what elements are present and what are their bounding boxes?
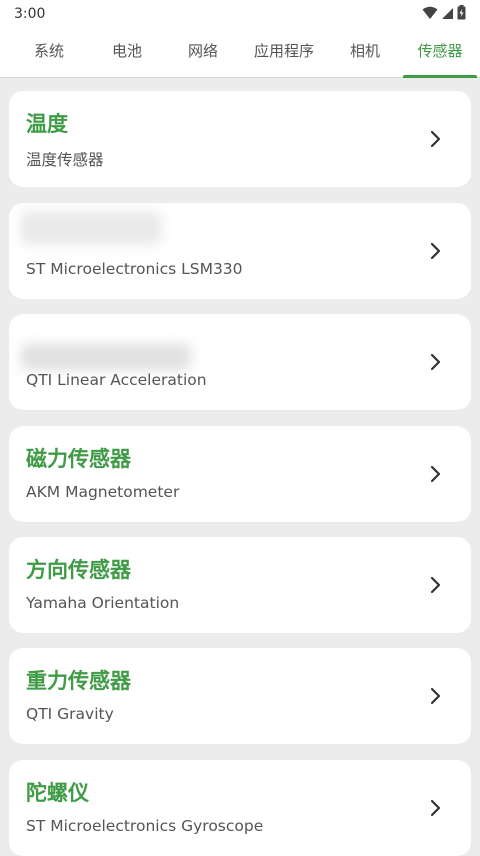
sensor-card-magnetometer[interactable]: 磁力传感器 AKM Magnetometer	[9, 426, 471, 522]
tab-bar: 系统 电池 网络 应用程序 相机 传感器	[0, 28, 480, 78]
tab-label: 相机	[349, 42, 380, 60]
chevron-right-icon	[430, 576, 441, 594]
sensor-card-gravity[interactable]: 重力传感器 QTI Gravity	[9, 648, 471, 744]
sensor-title: 陀螺仪	[26, 781, 89, 805]
battery-icon	[457, 5, 466, 24]
redacted-title	[21, 344, 191, 370]
tab-battery[interactable]: 电池	[88, 28, 166, 78]
sensor-subtitle: 温度传感器	[26, 151, 104, 169]
tab-camera[interactable]: 相机	[328, 28, 402, 78]
sensor-title: 方向传感器	[26, 558, 131, 582]
tab-label: 传感器	[417, 42, 463, 60]
tab-system[interactable]: 系统	[10, 28, 88, 78]
chevron-right-icon	[430, 242, 441, 260]
sensor-title: 重力传感器	[26, 669, 131, 693]
sensor-title: 磁力传感器	[26, 447, 131, 471]
sensor-card-gyroscope[interactable]: 陀螺仪 ST Microelectronics Gyroscope	[9, 760, 471, 856]
sensor-subtitle: QTI Gravity	[26, 705, 114, 723]
tab-label: 网络	[187, 42, 218, 60]
tab-label: 电池	[111, 42, 142, 60]
sensor-subtitle: ST Microelectronics Gyroscope	[26, 817, 264, 835]
sensor-list: 温度 温度传感器 ST Microelectronics LSM330 QTI …	[0, 78, 480, 856]
sensor-card-linear-acceleration[interactable]: QTI Linear Acceleration	[9, 314, 471, 410]
tab-sensors[interactable]: 传感器	[403, 28, 477, 78]
status-time: 3:00	[14, 6, 46, 22]
chevron-right-icon	[430, 799, 441, 817]
wifi-icon	[422, 5, 438, 24]
sensor-card-accelerometer[interactable]: ST Microelectronics LSM330	[9, 203, 471, 299]
chevron-right-icon	[430, 130, 441, 148]
tab-network[interactable]: 网络	[166, 28, 240, 78]
sensor-subtitle: QTI Linear Acceleration	[26, 371, 207, 389]
tab-label: 应用程序	[253, 42, 314, 60]
redacted-title	[21, 211, 161, 245]
cell-signal-icon	[441, 5, 454, 24]
chevron-right-icon	[430, 687, 441, 705]
sensor-subtitle: Yamaha Orientation	[26, 594, 180, 612]
tab-applications[interactable]: 应用程序	[240, 28, 328, 78]
status-icons	[422, 5, 466, 24]
chevron-right-icon	[430, 353, 441, 371]
sensor-subtitle: AKM Magnetometer	[26, 483, 180, 501]
sensor-subtitle: ST Microelectronics LSM330	[26, 260, 243, 278]
sensor-card-temperature[interactable]: 温度 温度传感器	[9, 91, 471, 187]
sensor-title: 温度	[26, 112, 68, 136]
tab-label: 系统	[33, 42, 64, 60]
status-bar: 3:00	[0, 0, 480, 28]
sensor-card-orientation[interactable]: 方向传感器 Yamaha Orientation	[9, 537, 471, 633]
chevron-right-icon	[430, 465, 441, 483]
